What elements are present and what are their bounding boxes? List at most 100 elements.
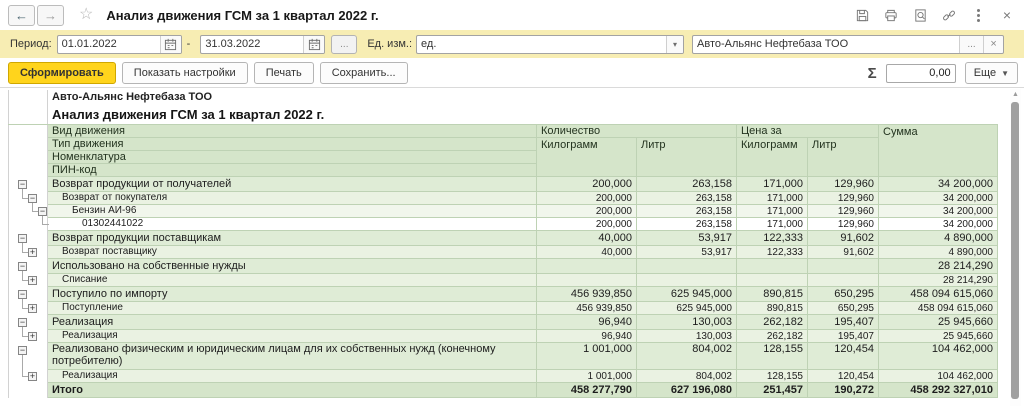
period-to-field[interactable]: 31.03.2022 — [200, 35, 325, 54]
cell-price-liter[interactable]: 120,454 — [808, 370, 879, 383]
cell-price-kg[interactable]: 262,182 — [737, 315, 808, 330]
organization-clear-button[interactable]: × — [983, 36, 1003, 53]
cell-price-kg[interactable]: 171,000 — [737, 192, 808, 205]
calendar-icon[interactable] — [303, 36, 324, 53]
print-preview-icon[interactable] — [912, 7, 928, 23]
cell-price-liter[interactable]: 650,295 — [808, 302, 879, 315]
collapse-toggle[interactable]: − — [18, 262, 27, 271]
cell-price-liter[interactable]: 129,960 — [808, 192, 879, 205]
period-from-field[interactable]: 01.01.2022 — [57, 35, 182, 54]
collapse-toggle[interactable]: − — [18, 180, 27, 189]
favorite-star-icon[interactable]: ☆ — [79, 7, 93, 23]
cell-sum[interactable]: 34 200,000 — [879, 177, 998, 192]
row-label[interactable]: Реализация — [48, 330, 537, 343]
cell-qty-kg[interactable]: 200,000 — [537, 192, 637, 205]
cell-sum[interactable]: 25 945,660 — [879, 330, 998, 343]
sum-field[interactable]: 0,00 — [886, 64, 956, 83]
cell-qty-kg[interactable]: 96,940 — [537, 330, 637, 343]
organization-value[interactable]: Авто-Альянс Нефтебаза ТОО — [693, 38, 959, 50]
forward-button[interactable]: → — [37, 5, 64, 26]
cell-price-liter[interactable]: 195,407 — [808, 315, 879, 330]
cell-qty-kg[interactable] — [537, 274, 637, 287]
row-label[interactable]: 01302441022 — [48, 218, 537, 231]
cell-price-liter[interactable]: 91,602 — [808, 231, 879, 246]
cell-sum[interactable]: 28 214,290 — [879, 259, 998, 274]
cell-price-kg[interactable]: 171,000 — [737, 205, 808, 218]
unit-value[interactable]: ед. — [417, 38, 666, 50]
back-button[interactable]: ← — [8, 5, 35, 26]
cell-price-liter[interactable]: 91,602 — [808, 246, 879, 259]
cell-price-kg[interactable]: 890,815 — [737, 302, 808, 315]
cell-qty-kg[interactable]: 40,000 — [537, 231, 637, 246]
cell-price-liter[interactable] — [808, 274, 879, 287]
cell-sum[interactable]: 34 200,000 — [879, 205, 998, 218]
close-icon[interactable]: × — [999, 7, 1015, 23]
vertical-scrollbar[interactable]: ▲ — [1010, 89, 1021, 406]
cell-price-liter[interactable] — [808, 259, 879, 274]
cell-price-kg[interactable] — [737, 259, 808, 274]
cell-price-kg[interactable]: 122,333 — [737, 231, 808, 246]
cell-price-liter[interactable]: 120,454 — [808, 343, 879, 370]
row-label[interactable]: Возврат продукции поставщикам — [48, 231, 537, 246]
generate-button[interactable]: Сформировать — [8, 62, 116, 84]
cell-qty-liter[interactable]: 627 196,080 — [637, 383, 737, 398]
cell-price-kg[interactable]: 128,155 — [737, 343, 808, 370]
period-to-value[interactable]: 31.03.2022 — [201, 38, 303, 50]
row-label[interactable]: Реализация — [48, 315, 537, 330]
print-button[interactable]: Печать — [254, 62, 314, 84]
cell-qty-liter[interactable] — [637, 259, 737, 274]
cell-qty-kg[interactable]: 40,000 — [537, 246, 637, 259]
cell-qty-liter[interactable]: 130,003 — [637, 330, 737, 343]
more-button[interactable]: Еще ▼ — [965, 62, 1018, 84]
cell-sum[interactable]: 34 200,000 — [879, 218, 998, 231]
row-label[interactable]: Использовано на собственные нужды — [48, 259, 537, 274]
collapse-toggle[interactable]: − — [18, 318, 27, 327]
cell-price-liter[interactable]: 195,407 — [808, 330, 879, 343]
row-label[interactable]: Реализовано физическим и юридическим лиц… — [48, 343, 537, 370]
row-label[interactable]: Возврат поставщику — [48, 246, 537, 259]
cell-qty-kg[interactable]: 1 001,000 — [537, 343, 637, 370]
scrollbar-thumb[interactable] — [1011, 102, 1019, 399]
collapse-toggle[interactable]: − — [18, 346, 27, 355]
cell-sum[interactable]: 28 214,290 — [879, 274, 998, 287]
cell-sum[interactable]: 104 462,000 — [879, 343, 998, 370]
cell-sum[interactable]: 458 292 327,010 — [879, 383, 998, 398]
cell-price-kg[interactable]: 890,815 — [737, 287, 808, 302]
save-icon[interactable] — [854, 7, 870, 23]
cell-sum[interactable]: 4 890,000 — [879, 231, 998, 246]
cell-qty-liter[interactable]: 53,917 — [637, 246, 737, 259]
period-ellipsis-button[interactable]: ... — [331, 35, 357, 54]
cell-qty-liter[interactable]: 263,158 — [637, 192, 737, 205]
cell-sum[interactable]: 4 890,000 — [879, 246, 998, 259]
save-button[interactable]: Сохранить... — [320, 62, 408, 84]
cell-qty-kg[interactable]: 456 939,850 — [537, 302, 637, 315]
collapse-toggle[interactable]: − — [28, 194, 37, 203]
organization-ellipsis-button[interactable]: ... — [959, 36, 983, 53]
cell-qty-kg[interactable] — [537, 259, 637, 274]
expand-toggle[interactable]: + — [28, 372, 37, 381]
expand-toggle[interactable]: + — [28, 304, 37, 313]
cell-price-kg[interactable]: 262,182 — [737, 330, 808, 343]
cell-price-liter[interactable]: 129,960 — [808, 205, 879, 218]
expand-toggle[interactable]: + — [28, 248, 37, 257]
unit-combobox[interactable]: ед. ▾ — [416, 35, 684, 54]
cell-sum[interactable]: 25 945,660 — [879, 315, 998, 330]
row-label[interactable]: Поступило по импорту — [48, 287, 537, 302]
cell-qty-liter[interactable]: 804,002 — [637, 343, 737, 370]
row-label[interactable]: Бензин АИ-96 — [48, 205, 537, 218]
row-label[interactable]: Возврат от покупателя — [48, 192, 537, 205]
cell-qty-liter[interactable]: 625 945,000 — [637, 302, 737, 315]
collapse-toggle[interactable]: − — [38, 207, 47, 216]
expand-toggle[interactable]: + — [28, 332, 37, 341]
cell-price-liter[interactable]: 650,295 — [808, 287, 879, 302]
cell-sum[interactable]: 34 200,000 — [879, 192, 998, 205]
chevron-down-icon[interactable]: ▾ — [666, 36, 683, 53]
link-icon[interactable] — [941, 7, 957, 23]
cell-qty-liter[interactable]: 263,158 — [637, 177, 737, 192]
cell-price-kg[interactable]: 128,155 — [737, 370, 808, 383]
period-from-value[interactable]: 01.01.2022 — [58, 38, 160, 50]
cell-qty-liter[interactable]: 625 945,000 — [637, 287, 737, 302]
cell-qty-liter[interactable]: 53,917 — [637, 231, 737, 246]
cell-qty-liter[interactable] — [637, 274, 737, 287]
show-settings-button[interactable]: Показать настройки — [122, 62, 248, 84]
